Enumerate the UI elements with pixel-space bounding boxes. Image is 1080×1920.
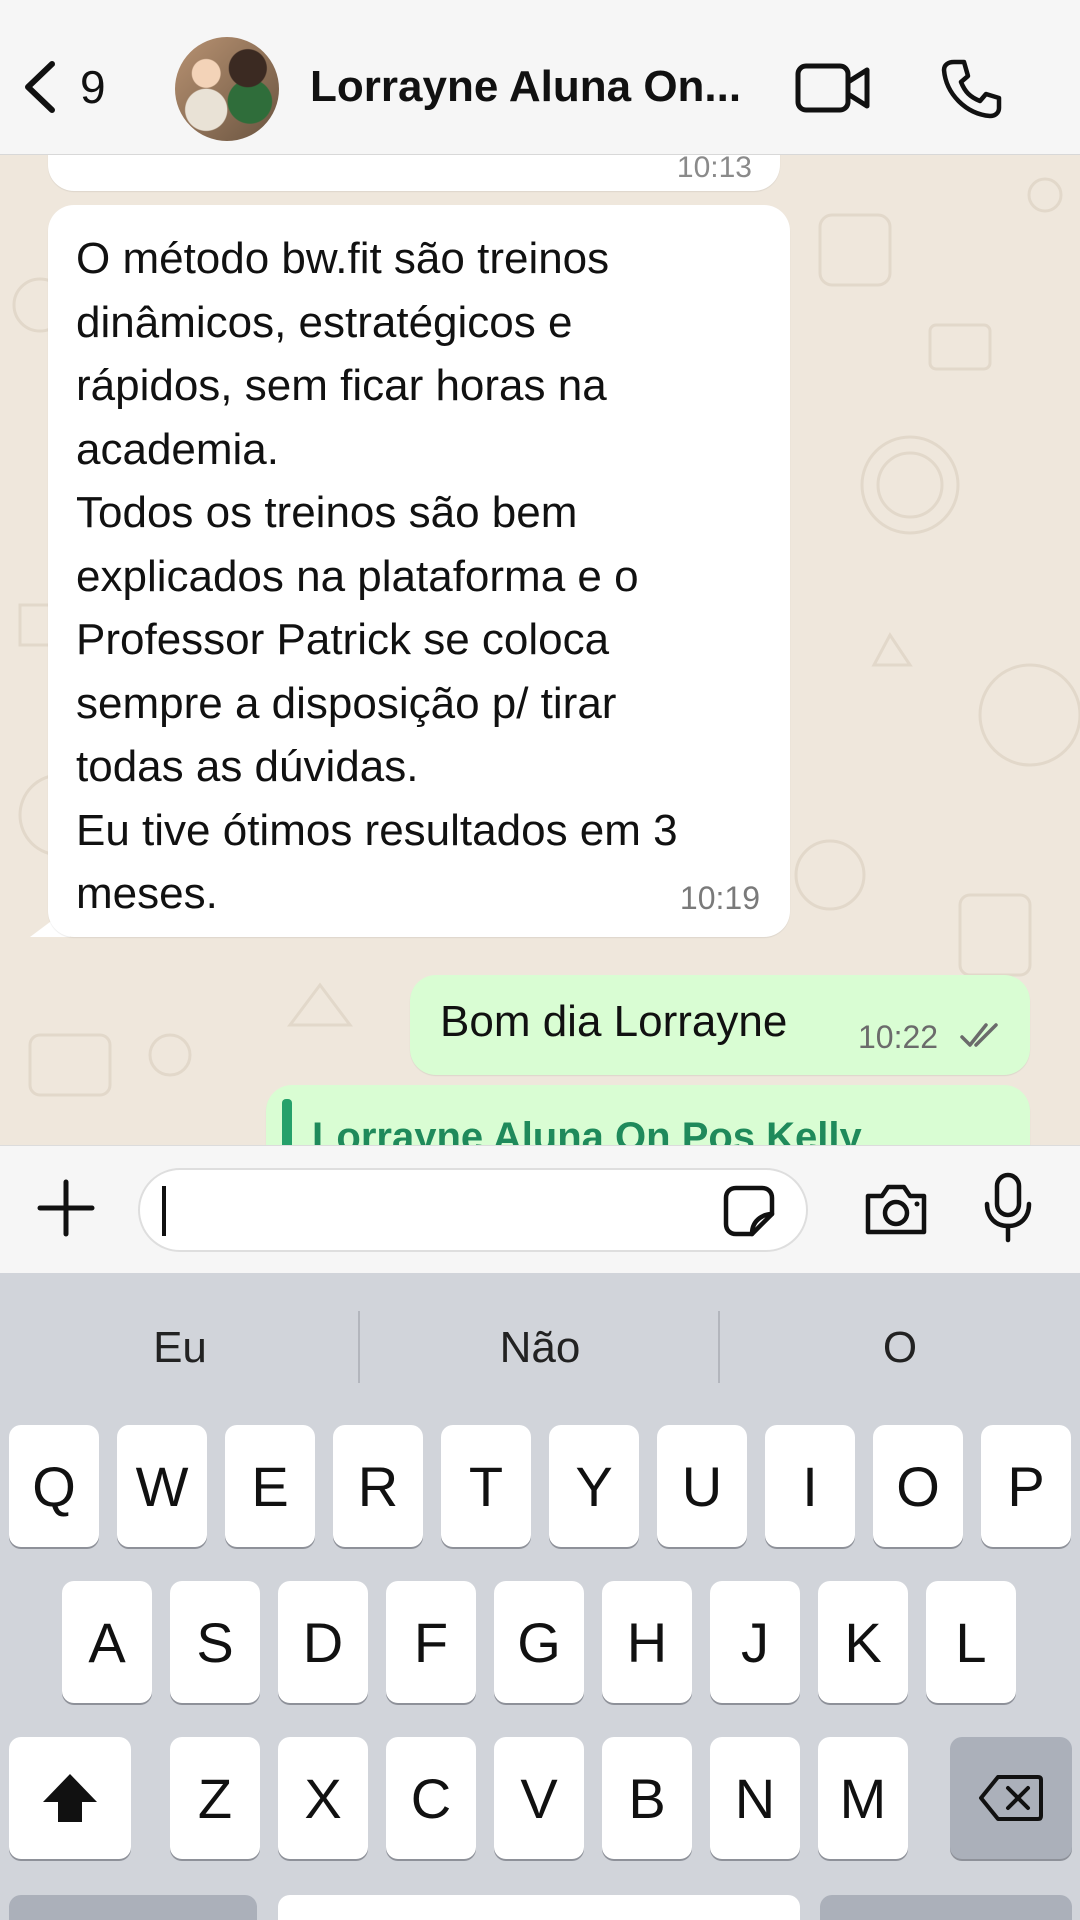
key-z[interactable]: Z (170, 1737, 260, 1859)
previous-message-bubble[interactable]: 10:13 (48, 155, 780, 191)
key-a[interactable]: A (62, 1581, 152, 1703)
message-time: 10:13 (676, 155, 752, 184)
quote-bar (282, 1099, 292, 1145)
key-d[interactable]: D (278, 1581, 368, 1703)
sticker-icon[interactable] (722, 1184, 776, 1238)
key-f[interactable]: F (386, 1581, 476, 1703)
key-l[interactable]: L (926, 1581, 1016, 1703)
message-time: 10:22 (858, 1019, 939, 1055)
text-caret (162, 1186, 166, 1236)
suggestion-2[interactable]: Não (360, 1273, 720, 1423)
key-c[interactable]: C (386, 1737, 476, 1859)
key-y[interactable]: Y (549, 1425, 639, 1547)
key-b[interactable]: B (602, 1737, 692, 1859)
key-o[interactable]: O (873, 1425, 963, 1547)
microphone-icon[interactable] (980, 1172, 1036, 1244)
key-g[interactable]: G (494, 1581, 584, 1703)
key-i[interactable]: I (765, 1425, 855, 1547)
suggestion-3[interactable]: O (720, 1273, 1080, 1423)
suggestion-1[interactable]: Eu (0, 1273, 360, 1423)
key-j[interactable]: J (710, 1581, 800, 1703)
key-s[interactable]: S (170, 1581, 260, 1703)
key-h[interactable]: H (602, 1581, 692, 1703)
message-text: Bom dia Lorrayne (440, 997, 788, 1046)
outgoing-message-bubble[interactable]: Bom dia Lorrayne 10:22 (410, 975, 1030, 1075)
keyboard: Eu Não O Q W E R T Y U I O P A S D F G H… (0, 1273, 1080, 1920)
space-key[interactable] (278, 1895, 800, 1920)
video-camera-icon[interactable] (795, 60, 871, 116)
key-r[interactable]: R (333, 1425, 423, 1547)
key-v[interactable]: V (494, 1737, 584, 1859)
message-time: 10:19 (679, 880, 760, 916)
double-check-icon (960, 1023, 998, 1047)
camera-icon[interactable] (862, 1182, 930, 1238)
key-m[interactable]: M (818, 1737, 908, 1859)
phone-icon[interactable] (940, 58, 1002, 120)
contact-name[interactable]: Lorrayne Aluna On... (310, 62, 750, 112)
avatar[interactable] (175, 37, 279, 141)
chat-header: 9 Lorrayne Aluna On... (0, 0, 1080, 155)
quoted-author: Lorrayne Aluna On Pos Kelly (312, 1115, 862, 1145)
key-t[interactable]: T (441, 1425, 531, 1547)
key-n[interactable]: N (710, 1737, 800, 1859)
key-p[interactable]: P (981, 1425, 1071, 1547)
whatsapp-chat-screen: 9 Lorrayne Aluna On... 10:13 O método bw… (0, 0, 1080, 1920)
key-e[interactable]: E (225, 1425, 315, 1547)
key-k[interactable]: K (818, 1581, 908, 1703)
plus-icon[interactable] (36, 1178, 96, 1238)
outgoing-reply-bubble[interactable]: Lorrayne Aluna On Pos Kelly (266, 1085, 1030, 1145)
message-text: O método bw.fit são treinos dinâmicos, e… (76, 234, 678, 918)
key-q[interactable]: Q (9, 1425, 99, 1547)
back-button[interactable]: 9 (20, 58, 106, 116)
backspace-icon (979, 1775, 1043, 1821)
message-input[interactable] (138, 1168, 808, 1252)
message-list[interactable]: 10:13 O método bw.fit são treinos dinâmi… (0, 155, 1080, 1145)
incoming-message-bubble[interactable]: O método bw.fit são treinos dinâmicos, e… (48, 205, 790, 937)
numbers-key[interactable] (9, 1895, 257, 1920)
composer-bar (0, 1145, 1080, 1273)
return-key[interactable] (820, 1895, 1072, 1920)
backspace-key[interactable] (950, 1737, 1072, 1859)
key-x[interactable]: X (278, 1737, 368, 1859)
shift-key[interactable] (9, 1737, 131, 1859)
key-u[interactable]: U (657, 1425, 747, 1547)
shift-icon (43, 1774, 97, 1822)
chevron-left-icon (25, 61, 55, 113)
key-w[interactable]: W (117, 1425, 207, 1547)
unread-count: 9 (80, 61, 106, 113)
